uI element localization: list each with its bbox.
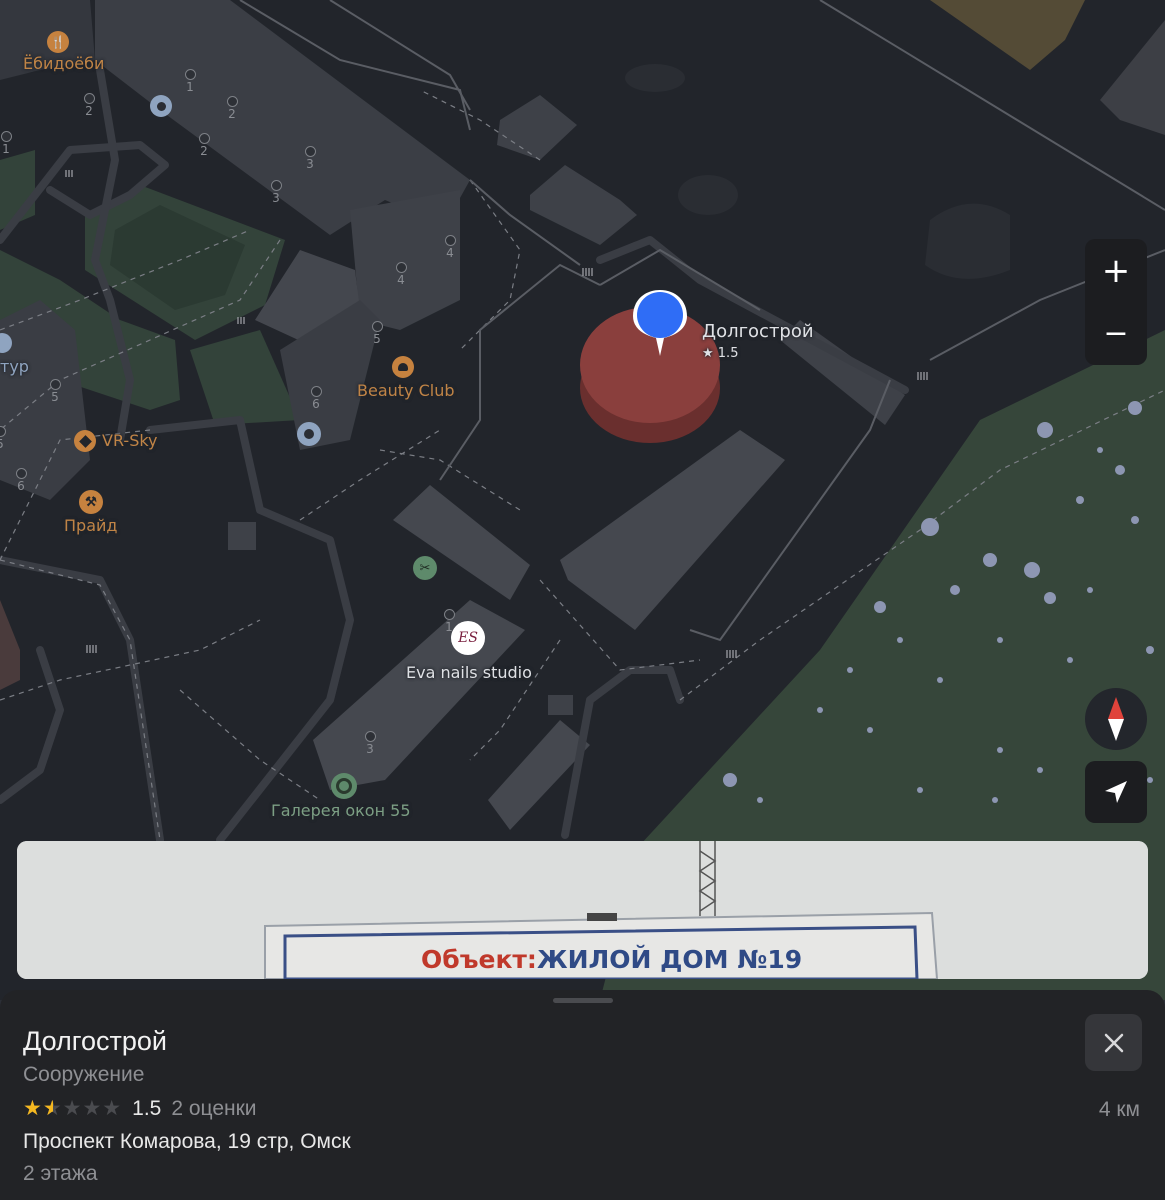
house-number-marker: 3 [364,731,376,756]
nails-studio-logo[interactable]: ES [451,621,485,655]
house-number: 1 [186,80,194,94]
place-title: Долгострой [23,1026,168,1056]
house-number-marker: 5 [49,379,61,404]
poi-label-vr-sky[interactable]: VR-Sky [102,431,158,450]
compass-icon [1108,697,1124,741]
house-number-marker: 3 [270,180,282,205]
info-marker-icon[interactable] [150,95,172,117]
house-number: 1 [2,142,10,156]
place-distance: 4 км [1098,1098,1140,1121]
house-number: 3 [306,157,314,171]
house-number: 3 [366,742,374,756]
house-number: 3 [272,191,280,205]
house-number: 4 [446,246,454,260]
poi-label-galereya[interactable]: Галерея окон 55 [271,801,411,820]
place-category: Сооружение [23,1063,145,1086]
poi-label-beauty-club[interactable]: Beauty Club [357,381,455,400]
poi-label-ebidoebi[interactable]: Ёбидоёби [23,54,104,73]
location-pin-icon[interactable] [631,288,689,360]
my-location-icon [1105,781,1127,803]
house-number-marker: 5 [371,321,383,346]
house-number-marker: 2 [83,93,95,118]
entertainment-icon[interactable] [74,430,96,452]
house-number: 6 [312,397,320,411]
house-number: 5 [0,437,6,451]
zoom-out-button[interactable]: − [1085,302,1147,364]
sign-prefix: Объект: [421,945,537,974]
place-photo[interactable]: Объект: ЖИЛОЙ ДОМ №19 [17,841,1148,979]
house-number-marker: 3 [304,146,316,171]
house-number-marker: 4 [444,235,456,260]
house-number-marker: 2 [198,133,210,158]
pin-rating: ★ 1.5 [702,346,739,361]
zoom-controls: + − [1085,239,1147,365]
house-number-marker: 5 [0,426,6,451]
house-number-marker: 2 [226,96,238,121]
house-number: 6 [17,479,25,493]
house-number: 5 [373,332,381,346]
restaurant-icon[interactable]: 🍴 [47,31,69,53]
zoom-in-button[interactable]: + [1085,240,1147,302]
house-number-marker: 6 [310,386,322,411]
rating-value: 1.5 [132,1097,162,1120]
close-icon [1104,1033,1123,1052]
house-number: 2 [200,144,208,158]
drag-handle[interactable] [553,998,613,1003]
info-marker-icon[interactable] [297,422,321,446]
poi-label-eva-nails[interactable]: Eva nails studio [406,663,532,682]
house-number-marker: 4 [395,262,407,287]
sign-text: ЖИЛОЙ ДОМ №19 [537,945,803,974]
place-address[interactable]: Проспект Комарова, 19 стр, Омск [23,1130,351,1154]
rating-count[interactable]: 2 оценки [171,1097,256,1121]
house-number-marker: 6 [15,468,27,493]
house-number-marker: 1 [184,69,196,94]
rating-row: ★★★★★ ★★★★★ 1.5 2 оценки [23,1097,257,1121]
hairdresser-icon[interactable]: ✂ [413,556,437,580]
house-number: 2 [85,104,93,118]
place-floors: 2 этажа [23,1162,98,1185]
shop-icon[interactable] [331,773,357,799]
house-number: 2 [228,107,236,121]
beauty-salon-icon[interactable] [392,356,414,378]
close-button[interactable] [1085,1014,1142,1071]
rating-stars: ★★★★★ ★★★★★ [23,1097,123,1120]
place-card[interactable]: Долгострой Сооружение ★★★★★ ★★★★★ 1.5 2 … [0,990,1165,1200]
house-number: 5 [51,390,59,404]
poi-label-praid[interactable]: Прайд [64,516,117,535]
house-number: 4 [397,273,405,287]
house-number-marker: 1 [0,131,12,156]
fitness-icon[interactable]: ⚒ [79,490,103,514]
compass-button[interactable] [1085,688,1147,750]
poi-label-tur[interactable]: тур [0,357,29,376]
locate-button[interactable] [1085,761,1147,823]
pin-title[interactable]: Долгострой [702,321,814,342]
